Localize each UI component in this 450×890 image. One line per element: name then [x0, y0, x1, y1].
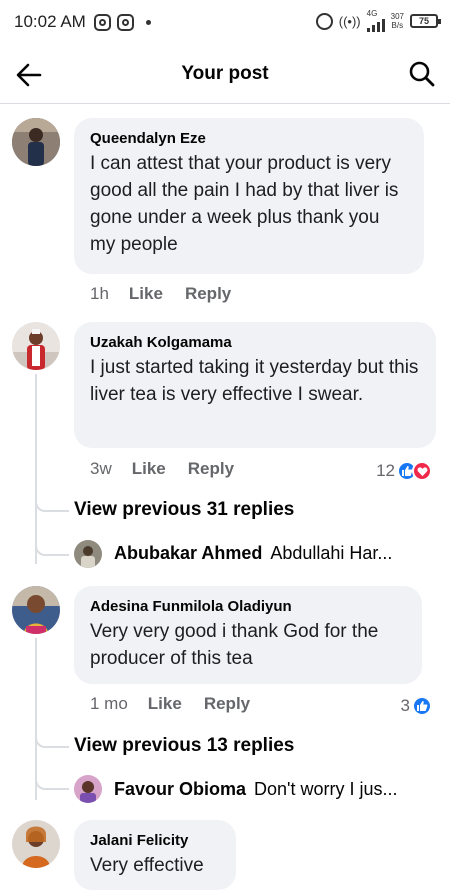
- network-type: 4G: [366, 9, 378, 18]
- reply-preview-text: Don't worry I jus...: [254, 779, 398, 799]
- reply-button[interactable]: Reply: [204, 694, 250, 714]
- avatar[interactable]: [12, 586, 60, 634]
- reply-preview-row[interactable]: Favour Obioma Don't worry I jus...: [114, 779, 434, 800]
- view-previous-replies[interactable]: View previous 13 replies: [74, 735, 294, 757]
- avatar[interactable]: [12, 820, 60, 868]
- like-button[interactable]: Like: [148, 694, 182, 714]
- comment-author[interactable]: Uzakah Kolgamama: [90, 332, 420, 354]
- thread-line: [35, 374, 37, 564]
- comment-author[interactable]: Jalani Felicity: [90, 830, 220, 852]
- speed-unit: B/s: [391, 21, 404, 30]
- status-notification-icons: [93, 13, 151, 31]
- status-system-icons: ((•)) 4G 307 B/s 75: [315, 9, 441, 32]
- comment-time: 1h: [90, 284, 109, 303]
- reply-button[interactable]: Reply: [185, 284, 231, 304]
- comment-actions: 3w Like Reply: [90, 459, 234, 479]
- hotspot-icon: ((•)): [338, 13, 361, 29]
- comment-bubble[interactable]: Jalani Felicity Very effective: [74, 820, 236, 890]
- comment-bubble[interactable]: Adesina Funmilola Oladiyun Very very goo…: [74, 586, 422, 684]
- network-speed: 307 B/s: [391, 12, 404, 30]
- comment-actions: 1 mo Like Reply: [90, 694, 250, 714]
- avatar[interactable]: [12, 118, 60, 166]
- comment-text: Very effective: [90, 855, 204, 876]
- status-bar: 10:02 AM ((•)) 4G 307 B/s 75: [0, 0, 450, 44]
- comment-actions: 1h Like Reply: [90, 284, 231, 304]
- reply-button[interactable]: Reply: [188, 459, 234, 479]
- reaction-summary[interactable]: 12: [376, 461, 432, 481]
- comment-time: 1 mo: [90, 694, 128, 713]
- header: Your post: [0, 44, 450, 104]
- instagram-icon: [116, 13, 134, 31]
- reply-preview-row[interactable]: Abubakar Ahmed Abdullahi Har...: [114, 543, 434, 564]
- reaction-count: 12: [376, 461, 395, 480]
- avatar[interactable]: [74, 540, 102, 568]
- signal-group: 4G: [366, 9, 385, 32]
- page-title: Your post: [181, 62, 269, 84]
- like-button[interactable]: Like: [129, 284, 163, 304]
- thread-connector: [35, 732, 69, 748]
- comment-text: I just started taking it yesterday but t…: [90, 357, 419, 405]
- signal-icon: [366, 18, 385, 32]
- status-time: 10:02 AM: [14, 12, 86, 31]
- speed-value: 307: [390, 12, 404, 21]
- search-button[interactable]: [408, 60, 436, 88]
- comment-bubble[interactable]: Queendalyn Eze I can attest that your pr…: [74, 118, 424, 274]
- battery-icon: 75: [410, 14, 441, 28]
- comment-author[interactable]: Queendalyn Eze: [90, 128, 408, 150]
- reaction-summary[interactable]: 3: [401, 696, 432, 716]
- thumbs-up-icon: [412, 696, 432, 716]
- more-notifications-icon: [145, 19, 151, 25]
- instagram-icon: [93, 13, 111, 31]
- battery-level: 75: [418, 16, 429, 26]
- like-button[interactable]: Like: [132, 459, 166, 479]
- reaction-count: 3: [400, 696, 410, 715]
- arrow-left-icon: [16, 63, 42, 87]
- reply-author[interactable]: Abubakar Ahmed: [114, 543, 262, 564]
- thread-connector: [35, 496, 69, 512]
- comment-text: Very very good i thank God for the produ…: [90, 621, 379, 669]
- back-button[interactable]: [14, 60, 44, 90]
- reply-preview-text: Abdullahi Har...: [270, 543, 393, 563]
- thread-connector: [35, 540, 69, 556]
- comment-bubble[interactable]: Uzakah Kolgamama I just started taking i…: [74, 322, 436, 448]
- alarm-icon: [315, 12, 333, 30]
- thread-connector: [35, 774, 69, 790]
- comment-author[interactable]: Adesina Funmilola Oladiyun: [90, 596, 406, 618]
- avatar[interactable]: [74, 775, 102, 803]
- comment-time: 3w: [90, 459, 112, 478]
- view-previous-replies[interactable]: View previous 31 replies: [74, 499, 294, 521]
- comment-text: I can attest that your product is very g…: [90, 153, 399, 255]
- heart-icon: [412, 461, 432, 481]
- avatar[interactable]: [12, 322, 60, 370]
- reply-author[interactable]: Favour Obioma: [114, 779, 246, 800]
- search-icon: [409, 61, 435, 87]
